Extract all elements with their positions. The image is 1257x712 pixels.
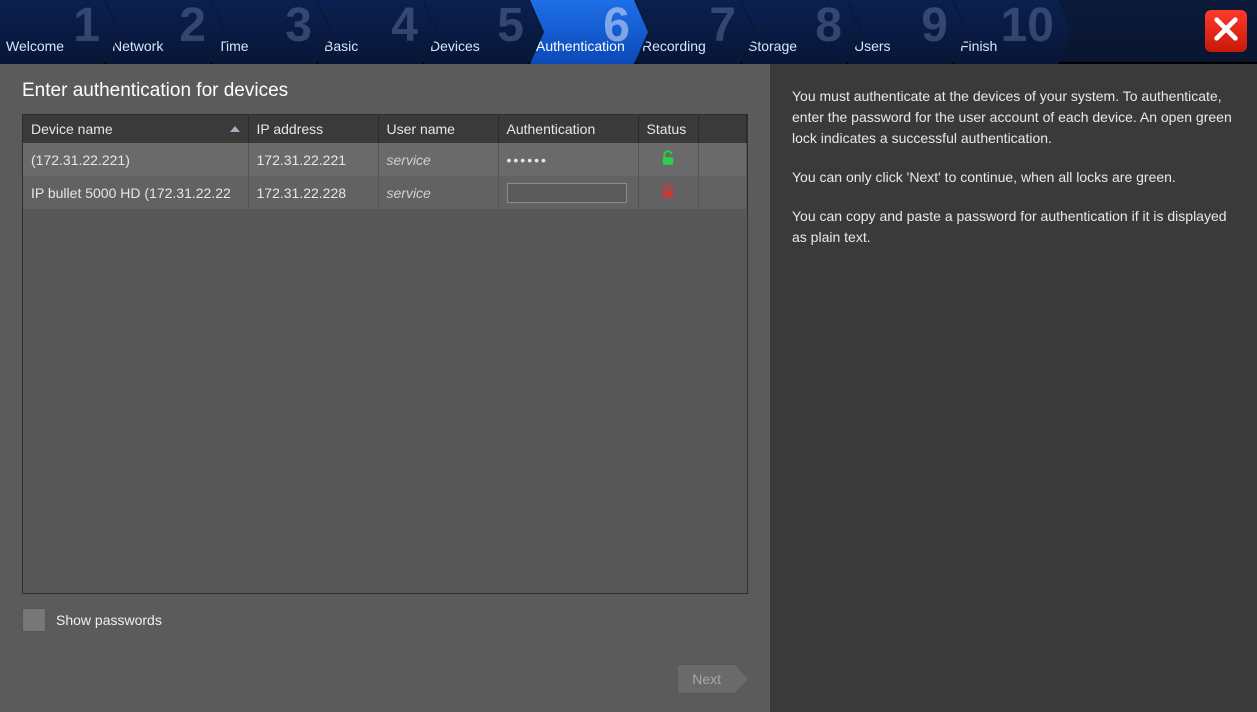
help-text: You can only click 'Next' to continue, w…	[792, 167, 1235, 188]
cell-device: IP bullet 5000 HD (172.31.22.22	[23, 176, 248, 209]
wizard-step-bar: 1Welcome 2Network 3Time 4Basic 5Devices …	[0, 0, 1257, 64]
close-button[interactable]	[1205, 10, 1247, 52]
close-icon	[1212, 15, 1240, 48]
cell-user: service	[378, 143, 498, 176]
lock-open-icon	[659, 154, 677, 170]
show-passwords-checkbox[interactable]	[22, 608, 46, 632]
cell-device: (172.31.22.221)	[23, 143, 248, 176]
cell-ip: 172.31.22.228	[248, 176, 378, 209]
step-label: Authentication	[536, 38, 625, 54]
cell-user: service	[378, 176, 498, 209]
step-label: Welcome	[6, 38, 64, 54]
col-authentication[interactable]: Authentication	[498, 115, 638, 143]
step-label: Devices	[430, 38, 480, 54]
step-label: Recording	[642, 38, 706, 54]
step-welcome[interactable]: 1Welcome	[0, 0, 118, 64]
cell-status	[638, 143, 698, 176]
step-label: Storage	[748, 38, 797, 54]
cell-auth	[498, 176, 638, 209]
page-title: Enter authentication for devices	[22, 80, 770, 102]
step-finish[interactable]: 10Finish	[954, 0, 1072, 64]
col-ip-address[interactable]: IP address	[248, 115, 378, 143]
password-input[interactable]	[507, 183, 627, 203]
main-panel: Enter authentication for devices Device …	[0, 64, 770, 712]
col-device-name[interactable]: Device name	[23, 115, 248, 143]
next-button-label: Next	[692, 671, 721, 687]
next-button[interactable]: Next	[677, 664, 748, 694]
step-storage[interactable]: 8Storage	[742, 0, 860, 64]
step-label: Basic	[324, 38, 358, 54]
step-users[interactable]: 9Users	[848, 0, 966, 64]
step-devices[interactable]: 5Devices	[424, 0, 542, 64]
step-label: Network	[112, 38, 163, 54]
table-row[interactable]: IP bullet 5000 HD (172.31.22.22 172.31.2…	[23, 176, 747, 209]
step-basic[interactable]: 4Basic	[318, 0, 436, 64]
cell-auth: ••••••	[498, 143, 638, 176]
col-user-name[interactable]: User name	[378, 115, 498, 143]
step-recording[interactable]: 7Recording	[636, 0, 754, 64]
help-text: You must authenticate at the devices of …	[792, 86, 1235, 149]
help-panel: You must authenticate at the devices of …	[770, 64, 1257, 712]
cell-status	[638, 176, 698, 209]
table-row[interactable]: (172.31.22.221) 172.31.22.221 service ••…	[23, 143, 747, 176]
show-passwords-label: Show passwords	[56, 612, 162, 628]
cell-ip: 172.31.22.221	[248, 143, 378, 176]
col-status[interactable]: Status	[638, 115, 698, 143]
password-masked: ••••••	[507, 152, 548, 168]
step-time[interactable]: 3Time	[212, 0, 330, 64]
lock-closed-icon	[659, 187, 677, 203]
col-spacer	[698, 115, 747, 143]
step-label: Finish	[960, 38, 997, 54]
help-text: You can copy and paste a password for au…	[792, 206, 1235, 248]
device-table: Device name IP address User name Authent…	[22, 114, 748, 594]
step-label: Users	[854, 38, 891, 54]
step-authentication[interactable]: 6Authentication	[530, 0, 648, 64]
step-label: Time	[218, 38, 249, 54]
step-network[interactable]: 2Network	[106, 0, 224, 64]
